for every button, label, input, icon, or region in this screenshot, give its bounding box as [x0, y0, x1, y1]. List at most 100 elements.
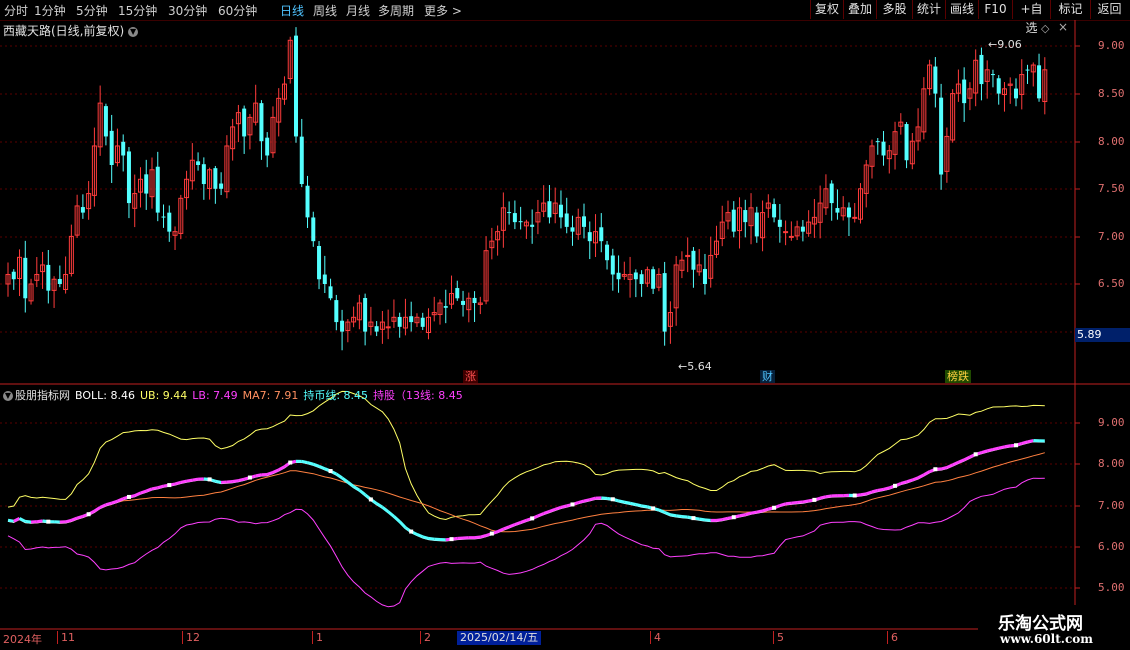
- hold-line-segment: [70, 516, 78, 522]
- candle: [1030, 62, 1036, 87]
- boll-line: [7, 441, 1045, 542]
- stock-title-text: 西藏天路(日线,前复权): [3, 24, 125, 38]
- candle: [765, 194, 771, 218]
- candle: [149, 157, 155, 209]
- candle: [253, 84, 259, 126]
- candle: [892, 121, 898, 170]
- hold-line-segment: [698, 517, 706, 522]
- hold-line-segment: [543, 509, 550, 515]
- hold-line-segment: [151, 486, 159, 491]
- candle: [500, 192, 506, 248]
- candle: [909, 132, 915, 170]
- candle: [667, 301, 673, 344]
- price-axis-label: 8.00: [1098, 135, 1125, 148]
- hold-line-segment: [1004, 444, 1011, 449]
- candle: [691, 247, 696, 288]
- hold-line-segment: [641, 504, 648, 509]
- diamond-icon[interactable]: ◇: [1041, 22, 1049, 35]
- price-axis-label: 7.50: [1098, 182, 1125, 195]
- hold-line-segment: [554, 505, 562, 511]
- candle: [172, 226, 178, 251]
- candle: [379, 310, 385, 344]
- hold-line-segment: [1021, 440, 1028, 445]
- candle: [627, 256, 633, 298]
- hold-line-segment: [624, 500, 631, 505]
- candle: [443, 289, 448, 324]
- candle: [1025, 64, 1030, 84]
- signal-marker: [46, 519, 51, 524]
- hold-line-segment: [277, 465, 286, 472]
- event-badge-list-drop[interactable]: 榜跌: [945, 370, 971, 383]
- candle: [950, 89, 956, 143]
- candle: [281, 76, 287, 105]
- candle: [673, 255, 679, 326]
- candle: [144, 159, 149, 210]
- close-icon[interactable]: ×: [1058, 20, 1068, 34]
- hold-line-segment: [560, 504, 568, 509]
- candle: [201, 157, 206, 200]
- candle: [294, 27, 298, 143]
- event-badge-rise[interactable]: 涨: [463, 370, 478, 383]
- arrow-left-icon: ←: [988, 38, 998, 51]
- hold-line-segment: [301, 459, 308, 465]
- candle: [103, 103, 108, 146]
- candle: [132, 174, 138, 228]
- candle: [904, 122, 909, 169]
- indicator-axis-label: 7.00: [1098, 499, 1125, 512]
- candle: [483, 236, 489, 305]
- candle: [63, 256, 69, 294]
- chevron-down-icon[interactable]: ▼: [3, 391, 13, 401]
- hold-line-segment: [307, 461, 314, 466]
- hold-line-segment: [865, 490, 873, 496]
- hold-line-segment: [255, 473, 262, 478]
- candle: [939, 83, 944, 190]
- candle: [857, 183, 863, 224]
- candle: [685, 237, 691, 273]
- chart-area[interactable]: [0, 0, 1130, 650]
- hold-line-segment: [36, 519, 43, 524]
- candle: [570, 215, 575, 246]
- candle: [91, 127, 97, 207]
- hold-line-segment: [681, 514, 688, 519]
- candle: [829, 180, 834, 221]
- candle: [639, 270, 644, 297]
- hold-line-segment: [762, 507, 769, 513]
- indicator-axis-label: 5.00: [1098, 581, 1125, 594]
- hold-line-segment: [111, 499, 118, 505]
- hold-line-segment: [215, 479, 222, 484]
- hold-line-segment: [548, 507, 556, 513]
- candle: [34, 256, 40, 288]
- chevron-down-icon[interactable]: ▼: [128, 26, 139, 37]
- candle: [679, 251, 685, 279]
- month-label: 4: [650, 631, 661, 644]
- candle: [863, 159, 869, 208]
- signal-marker: [247, 475, 252, 480]
- candle: [425, 308, 431, 340]
- candle: [374, 321, 379, 337]
- indicator-name[interactable]: 股朋指标网: [15, 389, 70, 402]
- hold-line-segment: [675, 514, 683, 518]
- hold-line-segment: [335, 472, 343, 480]
- candle: [1042, 57, 1048, 115]
- candle: [178, 194, 184, 240]
- event-badge-finance[interactable]: 财: [760, 370, 775, 383]
- signal-marker: [1014, 443, 1018, 448]
- candle: [743, 199, 748, 238]
- hold-line-segment: [25, 519, 32, 524]
- boll-value: BOLL: 8.46: [75, 389, 135, 402]
- hold-line-segment: [514, 521, 522, 526]
- hold-line-segment: [992, 446, 1000, 451]
- stock-title[interactable]: 西藏天路(日线,前复权) ▼: [3, 22, 139, 39]
- candle: [466, 292, 472, 323]
- hold-line-segment: [134, 491, 142, 497]
- chibi-value: 持币线: 8.45: [303, 389, 369, 402]
- hold-line-segment: [145, 487, 153, 493]
- candle: [409, 301, 414, 332]
- hold-line-segment: [266, 470, 274, 476]
- hold-line-segment: [583, 498, 591, 503]
- candle: [86, 181, 92, 220]
- candle: [811, 198, 817, 238]
- candle: [518, 206, 523, 230]
- candle: [23, 240, 28, 313]
- candle: [1007, 77, 1013, 104]
